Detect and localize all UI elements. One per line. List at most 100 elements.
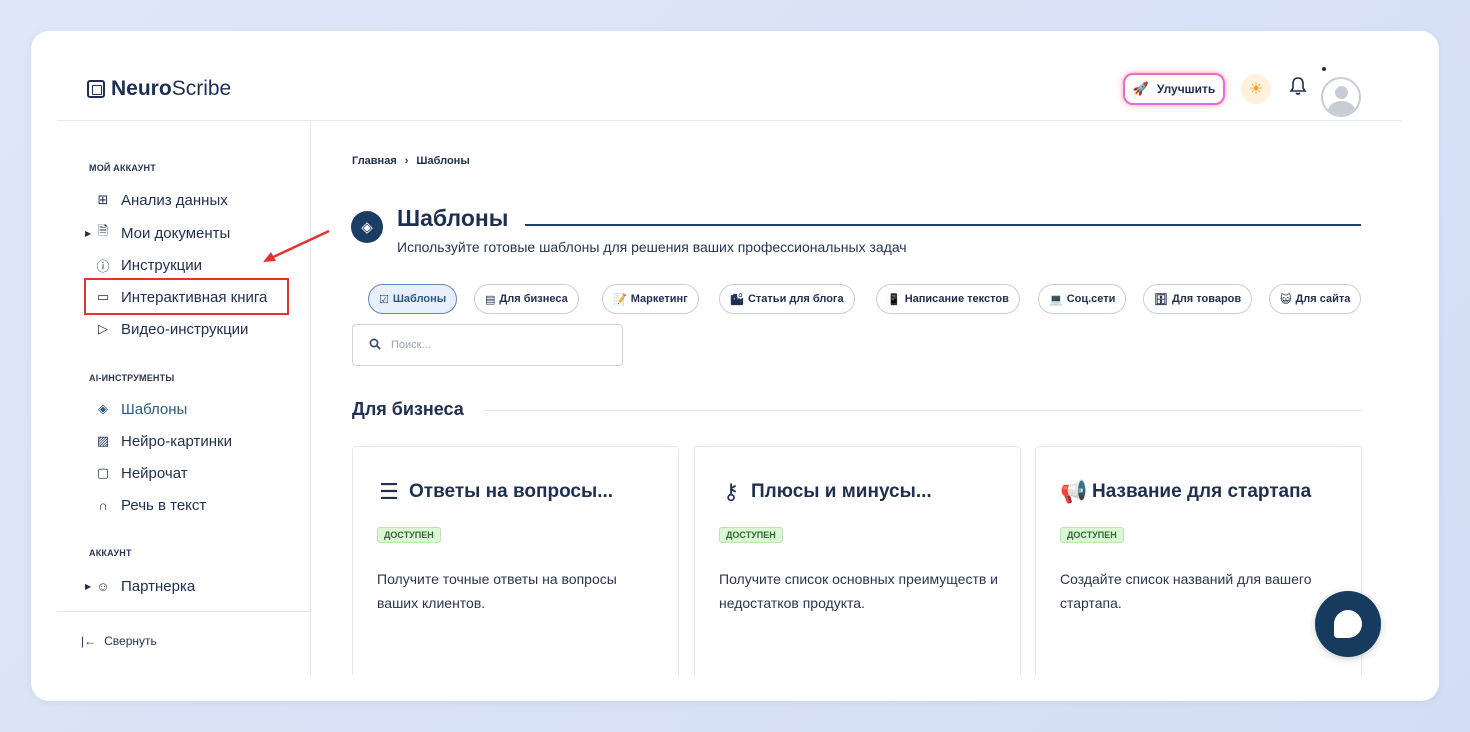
upgrade-button[interactable]: 🚀 Улучшить <box>1123 73 1225 105</box>
key-icon: ⚷ <box>722 479 740 504</box>
caret-right-icon[interactable]: ▶ <box>85 229 91 238</box>
sidebar-item-templates[interactable]: ◈ Шаблоны <box>95 398 187 420</box>
chip-products[interactable]: 🗄 Для товаров <box>1143 284 1253 314</box>
search-icon <box>369 338 381 353</box>
section-divider <box>484 410 1361 411</box>
sidebar-item-label: Шаблоны <box>121 400 188 418</box>
page-title: Шаблоны <box>397 205 509 231</box>
sidebar-item-label: Мои документы <box>121 224 231 242</box>
collapse-label: Свернуть <box>104 634 157 648</box>
sidebar-item-data-analysis[interactable]: ⊞ Анализ данных <box>95 189 228 211</box>
card-title: Название для стартапа <box>1092 481 1312 502</box>
card-description: Получите список основных преимуществ и н… <box>719 571 999 611</box>
card-title: Плюсы и минусы... <box>751 481 932 502</box>
sidebar-item-neurochat[interactable]: ▢ Нейрочат <box>95 462 188 484</box>
sidebar-item-video-instructions[interactable]: ▷ Видео-инструкции <box>95 318 248 340</box>
chip-blog-articles[interactable]: 🏙 Статьи для блога <box>719 284 855 314</box>
sidebar-item-label: Речь в текст <box>121 496 207 514</box>
chip-label: Написание текстов <box>904 293 1009 305</box>
image-icon: ▨ <box>96 433 110 448</box>
breadcrumb-home[interactable]: Главная <box>352 155 397 167</box>
highlight-annotation-box <box>84 278 289 315</box>
help-circle-icon: ⓘ <box>96 258 110 274</box>
logo-icon <box>87 80 105 98</box>
sidebar-section-account: АККАУНТ <box>89 548 132 558</box>
theme-toggle-sun-icon[interactable]: ☀ <box>1241 74 1271 104</box>
search-input[interactable] <box>391 339 591 351</box>
document-icon: 🗎 <box>97 223 109 238</box>
laptop-icon: 💻 <box>1049 293 1063 306</box>
sidebar-collapse-footer: |← Свернуть <box>57 611 311 675</box>
chip-label: Шаблоны <box>392 293 447 305</box>
sidebar-item-instructions[interactable]: ⓘ Инструкции <box>95 254 202 276</box>
app-window: NeuroScribe 🚀 Улучшить ☀ ▲ ▼ МОЙ АККАУНТ… <box>57 57 1401 675</box>
chip-marketing[interactable]: 📝 Маркетинг <box>602 284 699 314</box>
collapse-sidebar-button[interactable]: |← Свернуть <box>81 634 157 648</box>
sidebar-item-label: Партнерка <box>121 577 196 595</box>
category-chips: ☑ Шаблоны ▤ Для бизнеса 📝 Маркетинг 🏙 Ст… <box>349 284 1369 314</box>
chip-website[interactable]: 😺 Для сайта <box>1269 284 1362 314</box>
chat-support-button[interactable] <box>1315 591 1381 657</box>
sidebar-item-speech-to-text[interactable]: ∩ Речь в текст <box>95 494 206 516</box>
card-description: Получите точные ответы на вопросы ваших … <box>377 571 617 611</box>
sidebar-item-neuro-images[interactable]: ▨ Нейро-картинки <box>95 430 232 452</box>
app-frame: NeuroScribe 🚀 Улучшить ☀ ▲ ▼ МОЙ АККАУНТ… <box>31 31 1439 701</box>
chip-writing-texts[interactable]: 📱 Написание текстов <box>876 284 1020 314</box>
sidebar-item-partner[interactable]: ▶ ☺ Партнерка <box>85 575 196 597</box>
layers-icon: ◈ <box>351 211 383 243</box>
headphones-icon: ∩ <box>98 497 108 513</box>
page-subtitle: Используйте готовые шаблоны для решения … <box>397 239 907 255</box>
chat-bubble-icon <box>1334 610 1362 638</box>
caret-right-icon[interactable]: ▶ <box>85 582 91 591</box>
chat-icon: ▢ <box>96 465 110 480</box>
logo-text-rest: Scribe <box>171 77 232 100</box>
chip-label: Для товаров <box>1171 293 1242 305</box>
chip-label: Статьи для блога <box>747 293 844 305</box>
card-description: Создайте список названий для вашего стар… <box>1060 571 1312 611</box>
layers-icon: ◈ <box>98 401 108 416</box>
upgrade-label: Улучшить <box>1156 82 1216 96</box>
main-content: Главная › Шаблоны ◈ Шаблоны Используйте … <box>312 121 1401 675</box>
rocket-icon: 🚀 <box>1132 81 1149 96</box>
status-badge: ДОСТУПЕН <box>719 527 783 543</box>
checkbox-icon: ☑ <box>379 293 389 306</box>
sidebar: МОЙ АККАУНТ ⊞ Анализ данных ▶ 🗎 Мои доку… <box>57 121 311 675</box>
template-card[interactable]: ⚷ Плюсы и минусы... ДОСТУПЕН Получите сп… <box>694 446 1021 675</box>
sidebar-item-my-documents[interactable]: ▶ 🗎 Мои документы <box>85 222 231 244</box>
logo[interactable]: NeuroScribe <box>87 77 231 101</box>
top-header: NeuroScribe 🚀 Улучшить ☀ ▲ ▼ <box>57 57 1401 121</box>
memo-icon: 📝 <box>613 293 627 306</box>
notification-bell-icon[interactable] <box>1287 76 1309 100</box>
video-icon: ▷ <box>98 321 108 336</box>
sidebar-item-label: Анализ данных <box>121 191 228 209</box>
section-title: Для бизнеса <box>352 399 464 419</box>
sidebar-item-label: Видео-инструкции <box>121 320 249 338</box>
chip-label: Для сайта <box>1295 293 1351 305</box>
chip-social[interactable]: 💻 Соц.сети <box>1038 284 1127 314</box>
sidebar-section-ai-tools: AI-ИНСТРУМЕНТЫ <box>89 373 175 383</box>
card-title: Ответы на вопросы... <box>409 481 614 502</box>
list-icon: ☰ <box>379 479 399 504</box>
chip-label: Соц.сети <box>1066 293 1116 305</box>
notebook-icon: ▤ <box>485 293 496 306</box>
sidebar-item-label: Нейрочат <box>121 464 188 482</box>
notification-dot <box>1322 67 1326 71</box>
user-avatar[interactable] <box>1321 77 1361 117</box>
sidebar-item-label: Инструкции <box>121 256 203 274</box>
breadcrumb-current: Шаблоны <box>416 155 470 167</box>
template-card[interactable]: 📢 Название для стартапа ДОСТУПЕН Создайт… <box>1035 446 1362 675</box>
status-badge: ДОСТУПЕН <box>377 527 441 543</box>
megaphone-icon: 📢 <box>1060 479 1088 504</box>
sidebar-section-my-account: МОЙ АККАУНТ <box>89 163 156 173</box>
chip-business[interactable]: ▤ Для бизнеса <box>474 284 579 314</box>
collapse-arrow-icon: |← <box>81 634 97 648</box>
chevron-right-icon: › <box>404 155 409 167</box>
city-icon: 🏙 <box>730 293 744 306</box>
sidebar-item-label: Нейро-картинки <box>121 432 232 450</box>
breadcrumb: Главная › Шаблоны <box>352 155 470 167</box>
chip-templates[interactable]: ☑ Шаблоны <box>368 284 458 314</box>
phone-icon: 📱 <box>887 293 901 306</box>
template-card[interactable]: ☰ Ответы на вопросы... ДОСТУПЕН Получите… <box>352 446 679 675</box>
cat-icon: 😺 <box>1280 293 1292 306</box>
logo-text-bold: Neuro <box>111 77 172 100</box>
